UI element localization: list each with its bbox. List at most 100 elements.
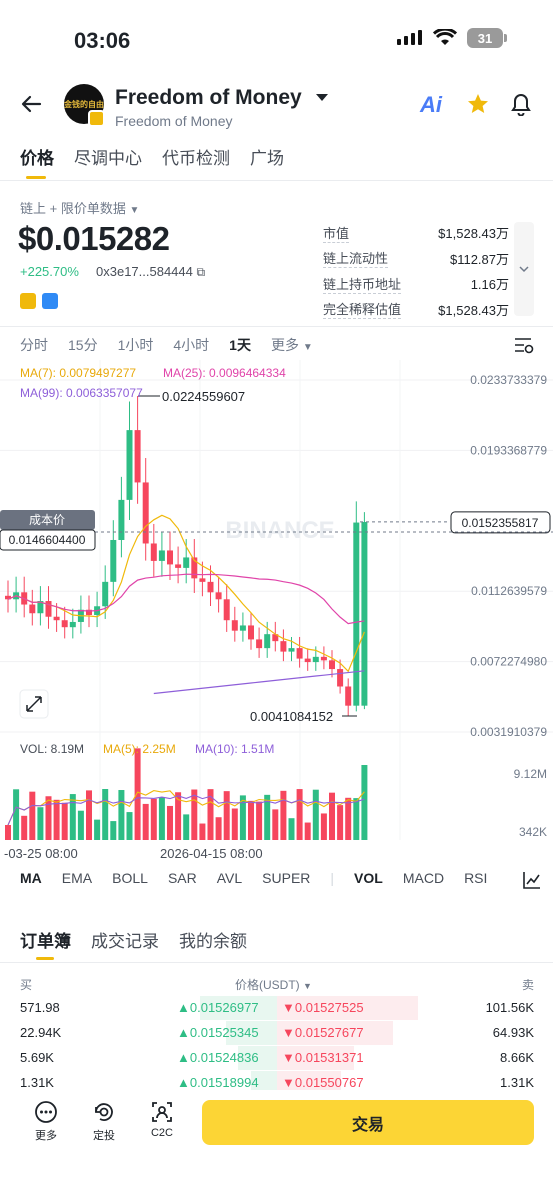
tab-token-check[interactable]: 代币检测 — [162, 144, 230, 169]
candle-body — [223, 599, 230, 621]
bell-icon[interactable] — [510, 92, 532, 116]
stat-value: $112.87万 — [449, 251, 509, 267]
tab-due-diligence[interactable]: 尽调中心 — [74, 144, 142, 169]
contract-address[interactable]: 0x3e17...584444 ⧉ — [96, 264, 205, 280]
ma25-legend: MA(25): 0.0096464334 — [163, 366, 286, 380]
interval-1h[interactable]: 1小时 — [118, 335, 154, 355]
volume-bar — [158, 797, 165, 840]
candle-body — [304, 658, 311, 663]
orderbook-row[interactable]: 571.98 ▲0.01526977 ▼0.01527525 101.56K — [20, 996, 534, 1020]
high-price-label: 0.0224559607 — [162, 389, 245, 404]
indicator-avl[interactable]: AVL — [217, 870, 242, 886]
volume-bar — [215, 817, 222, 840]
volume-bar — [183, 814, 190, 840]
volume-bar — [167, 805, 173, 840]
back-arrow-icon[interactable] — [20, 92, 44, 116]
candle-body — [102, 581, 109, 607]
orderbook-row[interactable]: 22.94K ▲0.01525345 ▼0.01527677 64.93K — [20, 1021, 534, 1045]
bid-price: ▲0.01524836 — [177, 1050, 259, 1065]
interval-15m[interactable]: 15分 — [68, 335, 98, 355]
ai-icon[interactable]: Ai — [420, 92, 442, 118]
kline-svg[interactable]: BINANCE 0.0233733379 0.0193368779 0.011263… — [0, 360, 553, 861]
vol-ma10-legend: MA(10): 1.51M — [195, 742, 275, 756]
indicator-chart-icon[interactable] — [522, 870, 542, 890]
stat-key: 市值 — [323, 223, 350, 243]
dca-label: 定投 — [93, 1130, 115, 1142]
candle-body — [150, 543, 157, 561]
token-name[interactable]: Freedom of Money — [115, 86, 302, 110]
indicator-rsi[interactable]: RSI — [464, 870, 487, 886]
chart-settings-icon[interactable] — [513, 335, 535, 355]
indicator-ma[interactable]: MA — [20, 870, 42, 886]
volume-bar — [223, 791, 230, 840]
indicator-separator: | — [330, 870, 335, 886]
c2c-button[interactable]: C2C — [142, 1100, 182, 1139]
indicator-sar[interactable]: SAR — [168, 870, 197, 886]
candle-body — [110, 539, 117, 582]
tab-underline — [26, 176, 46, 179]
copy-icon[interactable]: ⧉ — [197, 265, 206, 279]
candle-body — [312, 656, 319, 663]
cost-price-value: 0.0146604400 — [9, 533, 86, 547]
divider — [0, 962, 553, 963]
indicator-super[interactable]: SUPER — [262, 870, 310, 886]
bnb-chain-icon — [20, 293, 36, 309]
tab-square[interactable]: 广场 — [250, 144, 284, 169]
ma99-line — [153, 670, 365, 695]
low-price-label: 0.0041084152 — [250, 709, 333, 724]
volume-bar — [231, 808, 238, 840]
volume-bar — [150, 798, 157, 840]
chevron-down-icon[interactable] — [316, 94, 328, 101]
status-bar: 03:06 31 — [0, 0, 553, 80]
tab-trades[interactable]: 成交记录 — [91, 927, 159, 952]
interval-1d[interactable]: 1天 — [229, 335, 251, 355]
volume-bar — [21, 815, 28, 840]
volume-bar — [126, 812, 133, 840]
current-price: $0.015282 — [18, 220, 170, 257]
stat-row: 完全稀释估值 $1,528.43万 — [323, 297, 509, 323]
volume-bar — [69, 794, 76, 840]
volume-bar — [29, 791, 36, 840]
recurring-icon — [95, 1103, 113, 1121]
candle-body — [239, 625, 246, 631]
volume-bar — [86, 790, 92, 840]
price-unit-select[interactable]: 价格(USDT) ▼ — [235, 976, 312, 993]
stat-key: 链上流动性 — [323, 248, 389, 269]
chain-badge-icon — [88, 110, 105, 127]
volume-bar — [296, 789, 303, 840]
y-tick-label: 0.0112639579 — [471, 584, 547, 598]
candle-body — [69, 621, 76, 628]
interval-line[interactable]: 分时 — [20, 335, 48, 355]
trade-button[interactable]: 交易 — [202, 1100, 534, 1145]
more-button[interactable]: 更多 — [26, 1100, 66, 1143]
interval-4h[interactable]: 4小时 — [173, 335, 209, 355]
indicator-boll[interactable]: BOLL — [112, 870, 148, 886]
stat-value: $1,528.43万 — [438, 226, 509, 242]
data-source-select[interactable]: 链上 + 限价单数据 ▼ — [20, 198, 139, 217]
more-dots-icon — [35, 1101, 57, 1123]
tab-orderbook[interactable]: 订单簿 — [20, 927, 71, 952]
ask-price: ▼0.01527677 — [282, 1025, 364, 1040]
tab-balance[interactable]: 我的余额 — [179, 927, 247, 952]
kline-chart[interactable]: BINANCE 0.0233733379 0.0193368779 0.011263… — [0, 360, 553, 861]
ask-qty: 8.66K — [500, 1050, 534, 1065]
ma7-legend: MA(7): 0.0079497277 — [20, 366, 137, 380]
candle-body — [296, 648, 303, 659]
volume-bar — [118, 790, 125, 840]
star-icon[interactable] — [466, 92, 490, 116]
candle-body — [199, 578, 206, 582]
volume-bar — [13, 789, 20, 840]
vol-ma5-legend: MA(5): 2.25M — [103, 742, 176, 756]
orderbook-row[interactable]: 5.69K ▲0.01524836 ▼0.01531371 8.66K — [20, 1046, 534, 1070]
volume-bar — [199, 823, 206, 840]
candle-body — [134, 430, 141, 483]
stats-expand-button[interactable] — [514, 222, 534, 316]
dca-button[interactable]: 定投 — [84, 1100, 124, 1143]
tab-price[interactable]: 价格 — [20, 144, 54, 169]
interval-more[interactable]: 更多 ▼ — [271, 335, 313, 355]
indicator-macd[interactable]: MACD — [403, 870, 444, 886]
volume-bar — [134, 748, 141, 840]
indicator-ema[interactable]: EMA — [62, 870, 92, 886]
indicator-vol[interactable]: VOL — [354, 870, 383, 886]
volume-bar — [5, 825, 11, 840]
